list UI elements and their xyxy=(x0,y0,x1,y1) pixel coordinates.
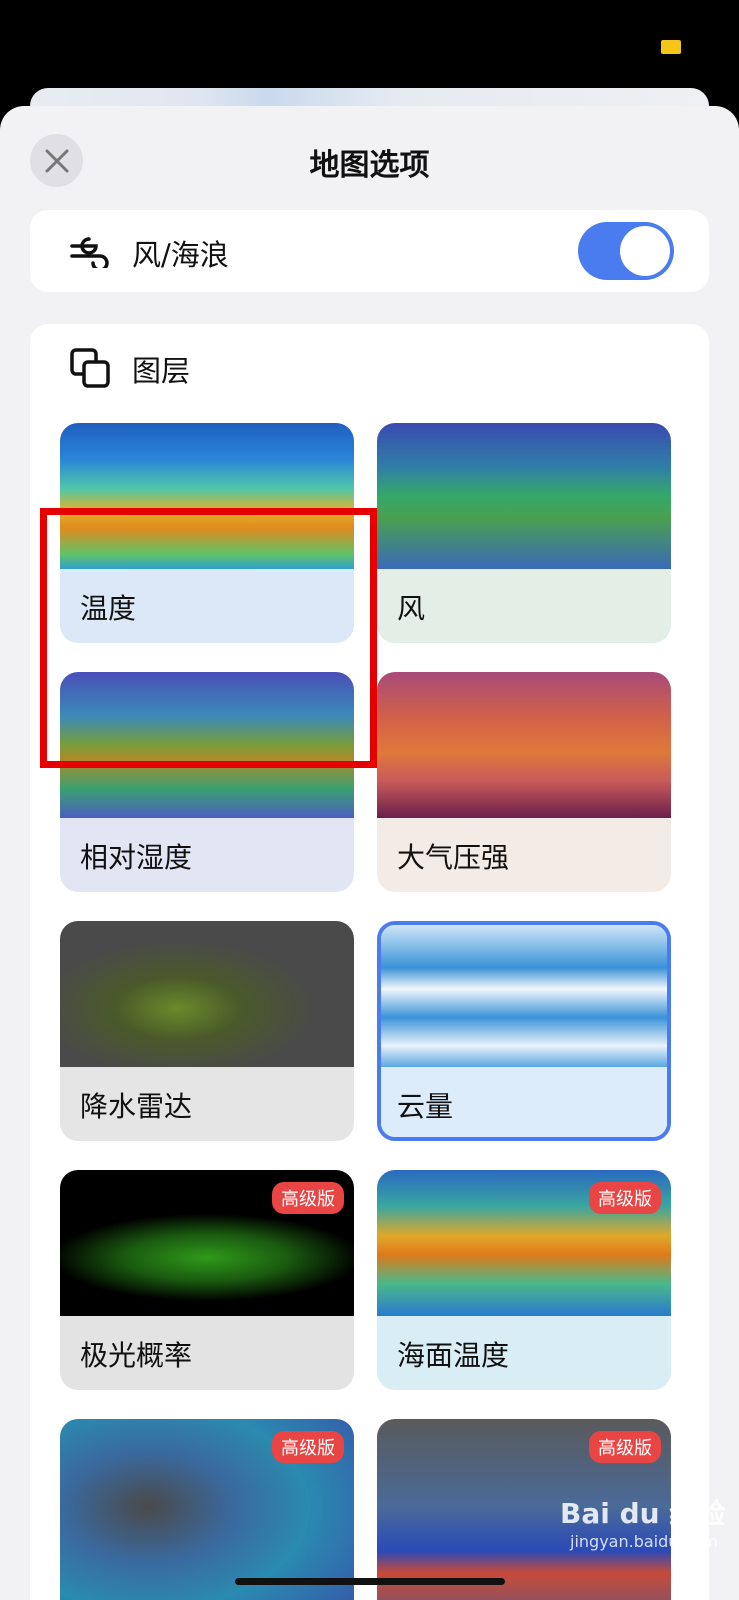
watermark-site: jingyan.baidu.com xyxy=(570,1532,718,1551)
layer-tile-premium-1[interactable]: 高级版 xyxy=(60,1419,354,1600)
wind-waves-toggle[interactable] xyxy=(578,222,674,280)
tile-label: 降水雷达 xyxy=(80,1090,193,1123)
layers-icon xyxy=(70,348,110,388)
layer-tile-radar[interactable]: 降水雷达 xyxy=(60,921,354,1141)
layer-tile-wind[interactable]: 风 xyxy=(377,423,671,643)
layer-tile-sea-temperature[interactable]: 高级版 海面温度 xyxy=(377,1170,671,1390)
premium-badge: 高级版 xyxy=(589,1182,661,1214)
premium-badge: 高级版 xyxy=(589,1431,661,1463)
wind-waves-label: 风/海浪 xyxy=(132,238,229,272)
tile-label: 海面温度 xyxy=(397,1339,510,1372)
wind-map-thumbnail xyxy=(377,423,671,569)
tile-label: 云量 xyxy=(397,1090,454,1123)
wind-icon xyxy=(70,237,109,268)
tile-label: 大气压强 xyxy=(397,841,510,874)
layers-title: 图层 xyxy=(132,354,191,388)
tile-label: 风 xyxy=(397,592,426,625)
wind-waves-row[interactable]: 风/海浪 xyxy=(30,210,709,292)
annotation-highlight-box xyxy=(40,508,377,768)
tile-label: 极光概率 xyxy=(80,1339,193,1372)
tile-label: 相对湿度 xyxy=(80,841,193,874)
premium-badge: 高级版 xyxy=(272,1182,344,1214)
layer-tile-aurora[interactable]: 高级版 极光概率 xyxy=(60,1170,354,1390)
map-options-sheet: 地图选项 风/海浪 图层 温度 风 相对湿度 大气压强 降水雷达 云量 高级版 … xyxy=(0,106,739,1600)
layer-tile-cloud[interactable]: 云量 xyxy=(377,921,671,1141)
premium-badge: 高级版 xyxy=(272,1431,344,1463)
watermark-brand: Bai du 经验 xyxy=(560,1497,726,1530)
status-indicator xyxy=(661,40,681,54)
layer-tile-pressure[interactable]: 大气压强 xyxy=(377,672,671,892)
radar-map-thumbnail xyxy=(60,921,354,1067)
cloud-map-thumbnail xyxy=(381,925,667,1067)
page-title: 地图选项 xyxy=(309,148,430,183)
pressure-map-thumbnail xyxy=(377,672,671,818)
toggle-knob xyxy=(620,226,670,276)
home-indicator[interactable] xyxy=(235,1578,505,1585)
